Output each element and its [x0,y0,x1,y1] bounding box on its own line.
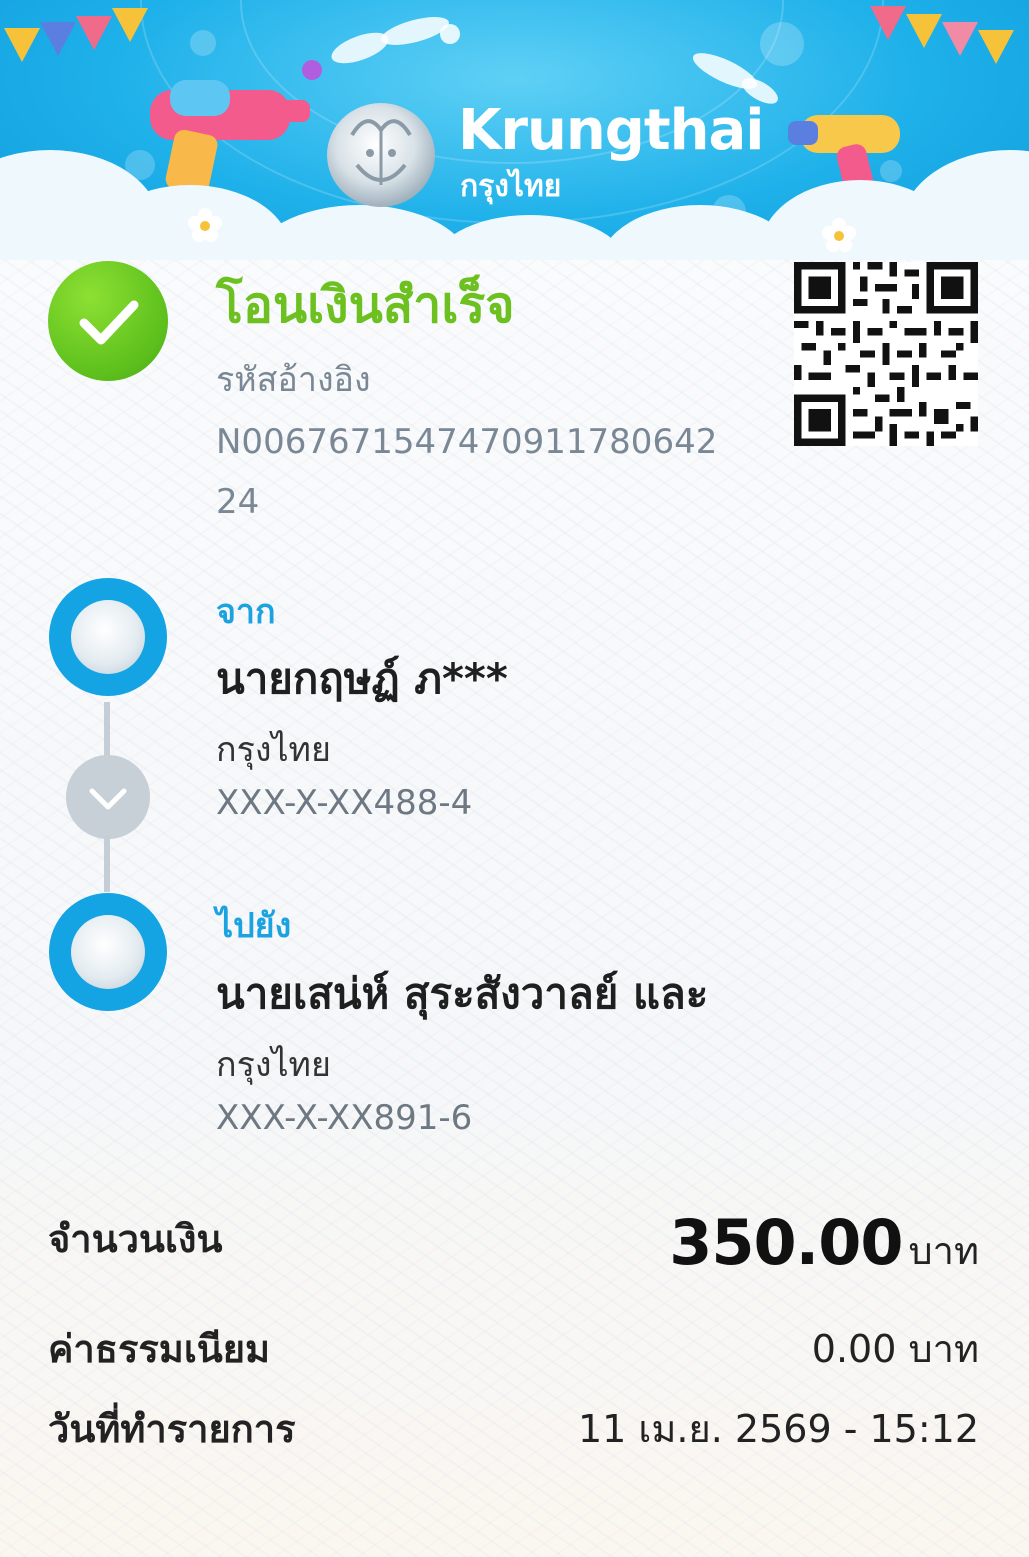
amount-value: 350.00 [669,1206,903,1279]
to-name: นายเสน่ห์ สุระสังวาลย์ และ [216,969,709,1018]
krungthai-bird-icon [71,915,145,989]
flower-icon [188,208,222,242]
flower-icon [822,218,856,252]
to-bank-name: กรุงไทย [216,1045,331,1085]
reference-label: รหัสอ้างอิง [216,360,371,400]
flow-connector-line [104,702,110,758]
from-bank-name: กรุงไทย [216,730,331,770]
water-gun-left-icon [150,60,322,195]
amount-label: จำนวนเงิน [48,1217,223,1261]
success-check-badge [48,261,168,381]
brand-name-th: กรุงไทย [460,169,562,204]
fee-value: 0.00 บาท [811,1327,979,1371]
fee-label: ค่าธรรมเนียม [48,1327,271,1371]
flow-connector-line [104,836,110,892]
to-bank-avatar [49,893,167,1011]
krungthai-bird-logo-icon [327,103,435,207]
to-label: ไปยัง [216,906,292,946]
transaction-date-value: 11 เม.ย. 2569 - 15:12 [577,1407,979,1451]
check-icon [79,300,139,345]
transfer-success-title: โอนเงินสำเร็จ [216,276,515,334]
amount-unit: บาท [908,1229,979,1273]
brand-name-en: Krungthai [458,98,764,163]
chevron-down-icon [89,788,127,810]
from-label: จาก [216,592,276,632]
transfer-direction-badge [66,755,150,839]
from-name: นายกฤษฏ์ ภ*** [216,654,508,703]
krungthai-bird-icon [71,600,145,674]
amount-value-row: 350.00 บาท [669,1206,979,1281]
from-account-number: XXX-X-XX488-4 [216,783,473,823]
transaction-date-label: วันที่ทำรายการ [48,1407,296,1451]
reference-number: N006767154747091178064224 [216,422,718,522]
header-banner: Krungthai กรุงไทย [0,0,1029,260]
from-bank-avatar [49,578,167,696]
to-account-number: XXX-X-XX891-6 [216,1098,473,1138]
qr-code[interactable] [794,262,978,446]
